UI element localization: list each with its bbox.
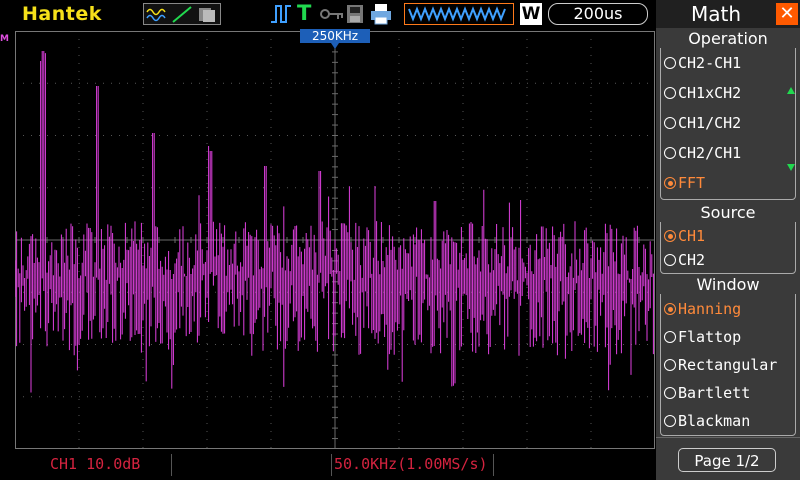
trigger-status-icon: T xyxy=(297,1,312,25)
display-mode-icons xyxy=(143,3,221,25)
top-bar: Hantek T W 200us xyxy=(0,0,656,28)
print-icon xyxy=(370,3,392,25)
radio-icon xyxy=(664,254,676,266)
radio-selected-icon xyxy=(664,303,676,315)
status-divider xyxy=(331,454,332,476)
key-icon xyxy=(320,6,344,20)
freq-scale-readout: 50.0KHz(1.00MS/s) xyxy=(334,455,488,473)
close-icon[interactable]: ✕ xyxy=(776,3,798,25)
operation-option-ch2-div-ch1[interactable]: CH2/CH1 xyxy=(664,142,741,164)
page-button[interactable]: Page 1/2 xyxy=(678,448,776,472)
memory-depth-bar xyxy=(404,3,514,25)
scroll-down-arrow-icon[interactable] xyxy=(787,164,795,171)
math-menu-panel: Math ✕ Operation CH2-CH1 CH1xCH2 CH1/CH2… xyxy=(656,0,800,480)
menu-title: Math xyxy=(690,2,742,26)
radio-icon xyxy=(664,331,676,343)
window-group-title: Window xyxy=(656,275,800,294)
radio-selected-icon xyxy=(664,177,676,189)
status-bar: CH1 10.0dB 50.0KHz(1.00MS/s) xyxy=(0,452,656,480)
operation-option-fft[interactable]: FFT xyxy=(664,172,705,194)
window-option-blackman[interactable]: Blackman xyxy=(664,410,750,432)
radio-icon xyxy=(664,57,676,69)
waveform-memory-icon xyxy=(408,6,506,22)
window-option-rectangular[interactable]: Rectangular xyxy=(664,354,777,376)
trigger-edge-icon xyxy=(270,4,292,24)
menu-divider xyxy=(656,437,800,438)
waveform-mode-badge: W xyxy=(520,3,542,25)
frequency-marker[interactable]: 250KHz xyxy=(300,29,370,43)
waveform-display xyxy=(14,30,656,450)
wave-icon xyxy=(146,6,168,23)
persist-icon xyxy=(196,6,218,23)
timebase-readout[interactable]: 200us xyxy=(548,3,648,25)
radio-icon xyxy=(664,147,676,159)
radio-icon xyxy=(664,117,676,129)
source-group-title: Source xyxy=(656,203,800,222)
menu-header: Math ✕ xyxy=(656,0,800,28)
radio-icon xyxy=(664,415,676,427)
frequency-marker-pointer xyxy=(331,43,339,49)
source-option-ch2[interactable]: CH2 xyxy=(664,249,705,271)
operation-option-ch1xch2[interactable]: CH1xCH2 xyxy=(664,82,741,104)
math-channel-marker[interactable]: M xyxy=(0,34,9,44)
source-option-ch1[interactable]: CH1 xyxy=(664,225,705,247)
radio-icon xyxy=(664,87,676,99)
radio-icon xyxy=(664,359,676,371)
save-icon xyxy=(346,4,364,24)
radio-icon xyxy=(664,387,676,399)
operation-group-title: Operation xyxy=(656,29,800,48)
window-option-hanning[interactable]: Hanning xyxy=(664,298,741,320)
fft-trace-area xyxy=(14,30,656,450)
status-divider xyxy=(493,454,494,476)
brand-logo: Hantek xyxy=(22,3,102,25)
operation-option-ch2-ch1[interactable]: CH2-CH1 xyxy=(664,52,741,74)
xy-line-icon xyxy=(171,6,193,23)
window-option-flattop[interactable]: Flattop xyxy=(664,326,741,348)
ch1-scale-readout: CH1 10.0dB xyxy=(50,455,141,473)
window-option-bartlett[interactable]: Bartlett xyxy=(664,382,750,404)
operation-option-ch1-div-ch2[interactable]: CH1/CH2 xyxy=(664,112,741,134)
scroll-up-arrow-icon[interactable] xyxy=(787,87,795,94)
radio-selected-icon xyxy=(664,230,676,242)
status-divider xyxy=(171,454,172,476)
